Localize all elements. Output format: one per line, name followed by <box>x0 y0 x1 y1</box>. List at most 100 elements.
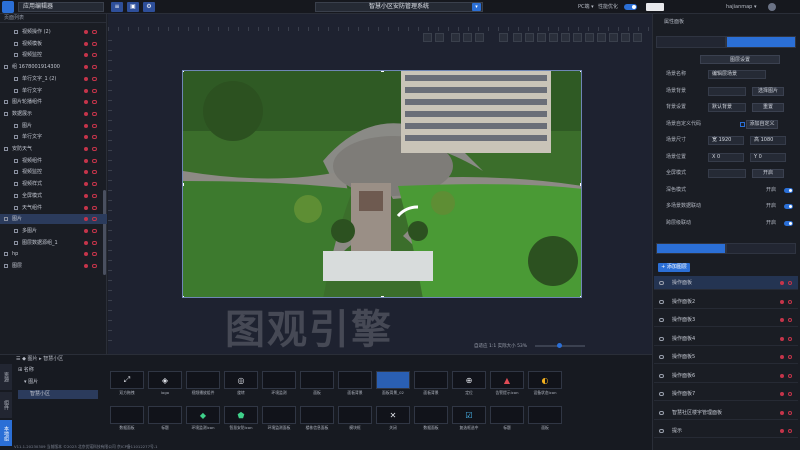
component-breadcrumb[interactable]: ☰ ◆ 图片 ▸ 智慧小区 <box>16 354 652 364</box>
lock-icon[interactable] <box>84 252 88 257</box>
lock-icon[interactable] <box>84 30 88 34</box>
save-icon[interactable]: ▣ <box>127 2 139 12</box>
lock-icon[interactable] <box>84 147 88 151</box>
visibility-icon[interactable] <box>92 88 97 93</box>
tab-layers[interactable] <box>656 243 726 254</box>
lock-icon[interactable] <box>780 336 784 341</box>
grid-icon[interactable] <box>499 33 508 42</box>
visibility-icon[interactable] <box>788 299 792 304</box>
layer-item[interactable]: 智慧社区楼宇管理面板 <box>654 406 798 420</box>
tab-style[interactable] <box>656 36 726 48</box>
eye-icon[interactable] <box>659 373 664 378</box>
component-tile[interactable]: 面板背景 <box>338 371 372 397</box>
add-layer-button[interactable]: + 添加图层 <box>658 263 690 272</box>
component-tile[interactable]: ⊕ 定位 <box>452 371 486 397</box>
component-tile[interactable]: 环境监测 <box>262 371 296 397</box>
distribute-h-icon[interactable] <box>549 33 558 42</box>
component-tile[interactable]: ✕ 关闭 <box>376 406 410 432</box>
visibility-icon[interactable] <box>92 158 97 163</box>
property-input[interactable]: X 0 <box>708 152 744 162</box>
property-input[interactable] <box>708 86 746 96</box>
visibility-icon[interactable] <box>92 111 97 116</box>
side-tab-0[interactable]: 资源 <box>0 364 12 390</box>
visibility-icon[interactable] <box>92 41 97 46</box>
property-checkbox[interactable] <box>740 121 745 127</box>
component-tile[interactable]: 标题 <box>490 406 524 432</box>
side-tab-2[interactable]: 本地组 <box>0 420 12 446</box>
redo-icon[interactable] <box>435 33 444 42</box>
lock-icon[interactable] <box>84 123 88 128</box>
visibility-icon[interactable] <box>92 65 97 70</box>
layer-item[interactable]: 操作面板7 <box>654 387 798 401</box>
align-center-icon[interactable] <box>463 33 472 42</box>
lock-icon[interactable] <box>84 76 88 81</box>
lock-icon[interactable] <box>780 318 784 322</box>
component-tile[interactable]: 数据面板 <box>110 406 144 432</box>
visibility-icon[interactable] <box>788 429 792 433</box>
avatar[interactable] <box>768 3 776 11</box>
visibility-icon[interactable] <box>92 30 97 34</box>
property-switch[interactable] <box>784 204 793 209</box>
publish-button[interactable] <box>646 3 664 11</box>
property-button[interactable]: 添加自定义 <box>746 119 778 129</box>
tab-events[interactable] <box>726 243 796 254</box>
lock-icon[interactable] <box>84 53 88 58</box>
property-input[interactable] <box>708 169 746 178</box>
lock-icon[interactable] <box>84 264 88 268</box>
resize-handle-bl[interactable] <box>183 296 184 297</box>
menu-icon[interactable]: ≡ <box>111 2 123 12</box>
property-input[interactable]: 默认背景 <box>708 103 746 112</box>
visibility-icon[interactable] <box>92 217 97 222</box>
visibility-icon[interactable] <box>92 135 97 140</box>
property-button[interactable]: 重置 <box>752 103 784 112</box>
visibility-icon[interactable] <box>92 264 97 268</box>
lock-icon[interactable] <box>84 65 88 70</box>
lock-icon[interactable] <box>84 205 88 210</box>
lock-icon[interactable] <box>780 410 784 415</box>
visibility-icon[interactable] <box>92 170 97 175</box>
component-tile[interactable]: ☑ 复选框选中 <box>452 406 486 432</box>
distribute-v-icon[interactable] <box>561 33 570 42</box>
property-input[interactable]: 编辑层场景 <box>708 70 766 79</box>
lock-icon[interactable] <box>780 355 784 359</box>
tab-data[interactable] <box>726 36 796 48</box>
lock-icon[interactable] <box>84 170 88 175</box>
component-tile[interactable]: ◆ 环境监测icon <box>186 406 220 432</box>
visibility-icon[interactable] <box>92 53 97 58</box>
component-tile[interactable]: 面板背景 <box>414 371 448 397</box>
property-button[interactable]: 开启 <box>752 169 784 178</box>
layer-tree-item[interactable]: 图层 <box>0 261 107 271</box>
layer-tree-item[interactable]: 多图片 <box>0 226 107 236</box>
lock-icon[interactable] <box>84 240 88 245</box>
settings-icon[interactable]: ⚙ <box>143 2 155 12</box>
property-switch[interactable] <box>784 220 793 226</box>
component-tile[interactable]: ◎ 旋转 <box>224 371 258 397</box>
layer-tree-item[interactable]: 视频监控 <box>0 167 107 177</box>
layer-tree-item[interactable]: 安防天气 <box>0 144 107 154</box>
visibility-icon[interactable] <box>92 205 97 210</box>
layer-tree-item[interactable]: 视频操作 (2) <box>0 27 107 37</box>
layer-item[interactable]: 操作面板5 <box>654 350 798 364</box>
lock-icon[interactable] <box>780 373 784 378</box>
visibility-icon[interactable] <box>92 228 97 233</box>
layer-tree-item[interactable]: 图片 <box>0 214 107 225</box>
visibility-icon[interactable] <box>788 373 792 378</box>
visibility-icon[interactable] <box>92 100 97 105</box>
eye-icon[interactable] <box>659 410 664 415</box>
lock-icon[interactable] <box>780 392 784 396</box>
eye-icon[interactable] <box>659 281 664 285</box>
preview-toggle[interactable] <box>624 4 637 10</box>
eye-icon[interactable] <box>659 355 664 359</box>
lock-icon[interactable] <box>780 429 784 433</box>
device-select[interactable]: PC端 ▾ <box>578 3 594 11</box>
component-tree-item[interactable]: ▾ 图片 <box>18 378 98 387</box>
lock-icon[interactable] <box>84 182 88 187</box>
page-title[interactable]: 智慧小区安防管理系统 <box>315 2 483 12</box>
resize-handle-br[interactable] <box>580 296 581 297</box>
layer-tree-item[interactable]: 数据展示 <box>0 109 107 119</box>
layer-tree-item[interactable]: hp <box>0 249 107 259</box>
visibility-icon[interactable] <box>92 193 97 198</box>
fit-label[interactable]: 自适应 <box>474 344 488 349</box>
visibility-icon[interactable] <box>92 252 97 257</box>
layer-tree-item[interactable]: 图片 <box>0 121 107 131</box>
